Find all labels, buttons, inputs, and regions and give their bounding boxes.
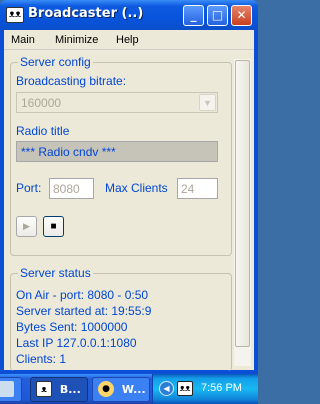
bitrate-select[interactable]: 160000 ▼: [16, 92, 218, 113]
max-clients-value: 24: [181, 182, 195, 196]
server-status-group: Server status On Air - port: 8080 - 0:50…: [10, 266, 232, 371]
taskbar-item-w[interactable]: ● W...: [92, 377, 150, 402]
start-icon: [0, 381, 14, 397]
status-on-air: On Air - port: 8080 - 0:50: [16, 288, 149, 302]
status-started: Server started at: 19:55:9: [16, 304, 152, 318]
maximize-button[interactable]: □: [207, 5, 228, 26]
taskbar-item-broadcaster-label: B...: [59, 383, 81, 396]
max-clients-field[interactable]: 24: [177, 178, 218, 199]
chevron-left-icon[interactable]: ◀: [159, 381, 174, 396]
client-area: Main Minimize Help Server config Broadca…: [4, 30, 254, 371]
menu-minimize[interactable]: Minimize: [55, 34, 98, 46]
status-clients: Clients: 1: [16, 352, 67, 366]
clock[interactable]: 7:56 PM: [201, 382, 242, 394]
system-tray: ◀ ᴥᴥ 7:56 PM: [152, 374, 258, 404]
minimize-button[interactable]: _: [183, 5, 204, 26]
status-last-ip: Last IP 127.0.0.1:1080: [16, 336, 137, 350]
menu-main[interactable]: Main: [11, 34, 35, 46]
play-button[interactable]: ▶: [16, 216, 37, 237]
window-title: Broadcaster (..): [28, 6, 144, 21]
menu-help[interactable]: Help: [116, 34, 139, 46]
chevron-down-icon[interactable]: ▼: [199, 94, 216, 111]
taskbar-item-w-label: W...: [121, 383, 146, 396]
server-config-group: Server config Broadcasting bitrate: 1600…: [10, 55, 232, 256]
radio-title-value: *** Radio cndv ***: [21, 145, 116, 159]
max-clients-label: Max Clients: [105, 181, 168, 195]
minimize-icon: _: [190, 8, 197, 22]
stop-icon: ■: [50, 221, 57, 232]
stop-button[interactable]: ■: [43, 216, 64, 237]
taskbar: ᴥ B... ● W... ◀ ᴥᴥ 7:56 PM: [0, 374, 258, 404]
play-icon: ▶: [23, 221, 30, 231]
port-field[interactable]: 8080: [49, 178, 94, 199]
close-icon: ✕: [236, 8, 247, 22]
scrollbar-thumb[interactable]: [235, 60, 250, 347]
title-bar[interactable]: ᴥᴥ Broadcaster (..) _ □ ✕: [0, 0, 258, 30]
broadcaster-app-icon: ᴥ: [36, 381, 52, 397]
broadcaster-tray-icon[interactable]: ᴥᴥ: [177, 381, 193, 396]
window-app-icon: ●: [98, 381, 114, 397]
close-button[interactable]: ✕: [231, 5, 252, 26]
broadcaster-window: ᴥᴥ Broadcaster (..) _ □ ✕ Main Minimize …: [0, 0, 258, 374]
scroll-content: Server config Broadcasting bitrate: 1600…: [4, 50, 254, 371]
radio-title-field[interactable]: *** Radio cndv ***: [16, 141, 218, 162]
status-bytes-sent: Bytes Sent: 1000000: [16, 320, 128, 334]
maximize-icon: □: [211, 8, 224, 22]
server-status-title: Server status: [18, 266, 93, 280]
vertical-scrollbar[interactable]: [234, 59, 251, 366]
taskbar-item-start[interactable]: [0, 377, 22, 402]
bitrate-label: Broadcasting bitrate:: [16, 74, 127, 88]
menu-bar: Main Minimize Help: [4, 30, 254, 50]
server-config-title: Server config: [18, 55, 93, 69]
port-label: Port:: [16, 181, 42, 195]
bitrate-value: 160000: [21, 96, 62, 110]
app-icon[interactable]: ᴥᴥ: [6, 7, 24, 23]
radio-title-label: Radio title: [16, 124, 70, 138]
port-value: 8080: [53, 182, 80, 196]
taskbar-item-broadcaster[interactable]: ᴥ B...: [30, 377, 88, 402]
